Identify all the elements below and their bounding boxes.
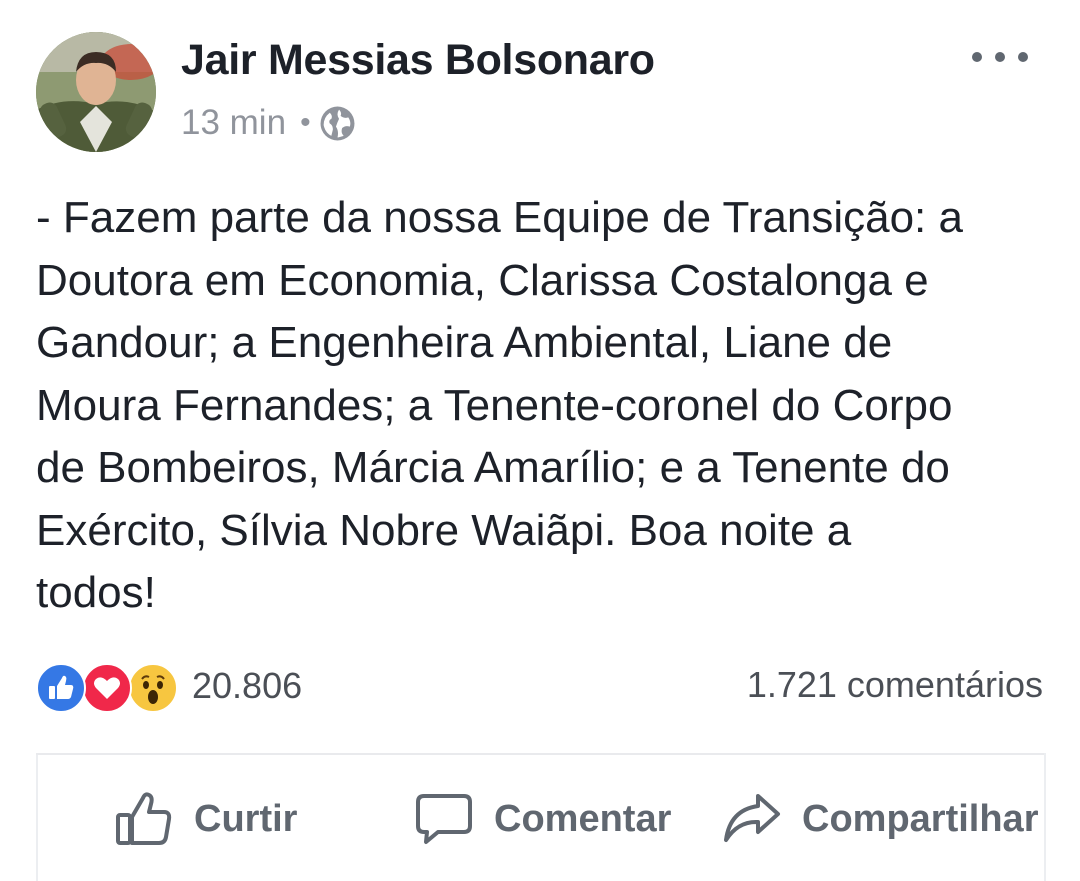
author-avatar[interactable] bbox=[36, 32, 156, 152]
wow-reaction-icon bbox=[128, 663, 178, 713]
globe-icon[interactable] bbox=[319, 105, 356, 142]
post-text-line: Doutora em Economia, Clarissa Costalonga… bbox=[36, 255, 929, 305]
reaction-icons bbox=[36, 660, 184, 713]
post-text-line: todos! bbox=[36, 568, 156, 617]
thumbs-up-icon bbox=[116, 792, 172, 845]
reaction-count: 20.806 bbox=[192, 665, 303, 706]
comment-button[interactable]: Comentar bbox=[414, 788, 671, 850]
like-reaction-icon bbox=[36, 663, 86, 713]
more-options-icon[interactable] bbox=[972, 40, 1028, 74]
share-button-label: Compartilhar bbox=[802, 797, 1039, 840]
meta-separator: • bbox=[300, 106, 311, 139]
post-text-line: - Fazem parte da nossa Equipe de Transiç… bbox=[36, 193, 963, 242]
share-button[interactable]: Compartilhar bbox=[722, 788, 1038, 850]
post-text-line: Gandour; a Engenheira Ambiental, Liane d… bbox=[36, 318, 893, 367]
facebook-post: Jair Messias Bolsonaro 13 min • - Fazem … bbox=[0, 0, 1080, 881]
post-body: - Fazem parte da nossa Equipe de Transiç… bbox=[36, 187, 1046, 625]
like-button-label: Curtir bbox=[194, 797, 298, 840]
post-text-line: Moura Fernandes; a Tenente-coronel do Co… bbox=[36, 380, 953, 430]
reactions-summary[interactable]: 20.806 bbox=[36, 660, 303, 713]
comment-bubble-icon bbox=[416, 794, 472, 844]
more-dot bbox=[995, 52, 1005, 62]
love-reaction-icon bbox=[82, 663, 132, 713]
post-text-line: de Bombeiros, Márcia Amarílio; e a Tenen… bbox=[36, 443, 950, 492]
more-dot bbox=[1018, 52, 1028, 62]
comment-button-label: Comentar bbox=[494, 797, 672, 840]
more-dot bbox=[972, 52, 982, 62]
share-arrow-icon bbox=[724, 794, 780, 842]
action-bar-divider bbox=[36, 753, 1044, 755]
post-author-name[interactable]: Jair Messias Bolsonaro bbox=[181, 36, 655, 85]
like-button[interactable]: Curtir bbox=[114, 788, 297, 850]
comments-count-link[interactable]: 1.721 comentários bbox=[747, 664, 1043, 706]
post-text-line: Exército, Sílvia Nobre Waiãpi. Boa noite… bbox=[36, 505, 852, 555]
post-timestamp[interactable]: 13 min bbox=[181, 103, 286, 143]
post-meta: 13 min • bbox=[181, 101, 356, 145]
